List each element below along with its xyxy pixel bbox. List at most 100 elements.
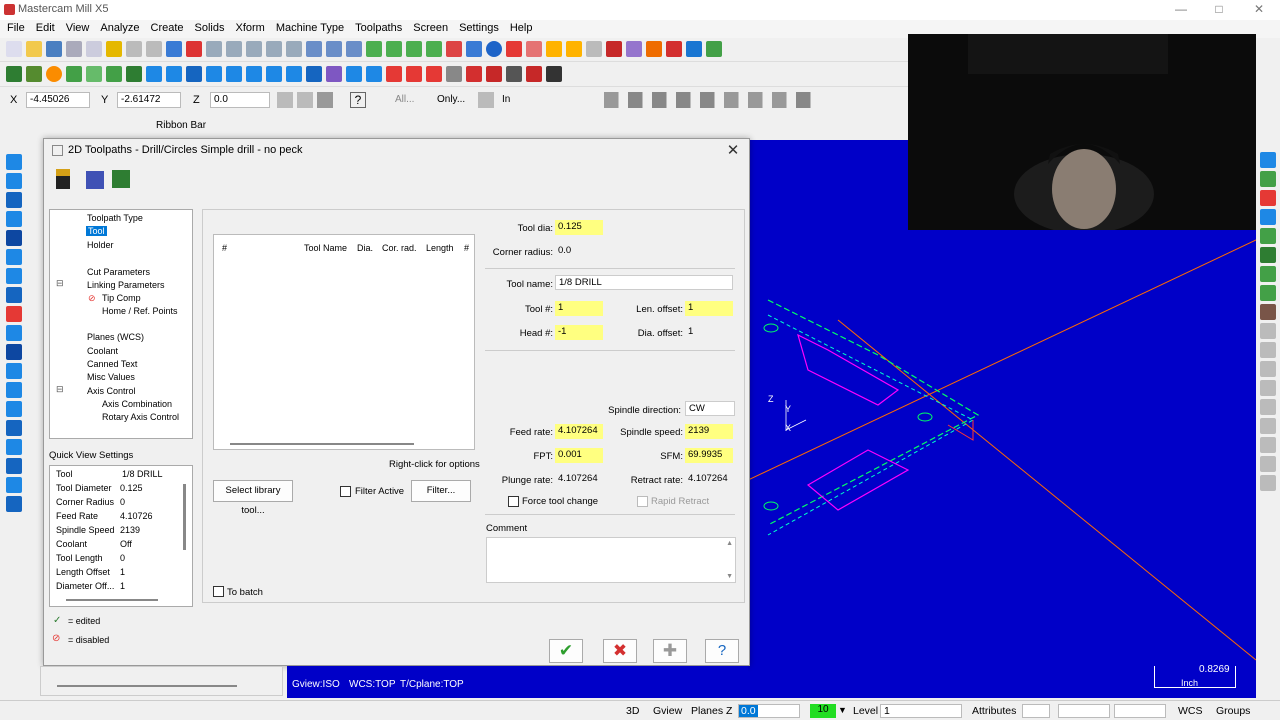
line-icon[interactable]	[26, 66, 42, 82]
dialog-machine-icon[interactable]	[112, 170, 130, 188]
extend-icon[interactable]	[246, 66, 262, 82]
hatch-icon[interactable]	[426, 66, 442, 82]
feed-rate-input[interactable]: 4.107264	[555, 424, 603, 439]
wcs-button[interactable]: WCS	[1178, 705, 1203, 717]
chain-icon[interactable]	[326, 41, 342, 57]
corner-radius-input[interactable]: 0.0	[555, 244, 595, 259]
view-fit-icon[interactable]	[1260, 399, 1276, 415]
pan-icon[interactable]	[166, 41, 182, 57]
shade-top-icon[interactable]	[366, 41, 382, 57]
tree-planes-wcs[interactable]: Planes (WCS)	[87, 332, 144, 342]
view-shade-icon[interactable]	[1260, 437, 1276, 453]
col-dia[interactable]: Dia.	[357, 243, 373, 253]
lock-icon[interactable]	[297, 92, 313, 108]
toolpath-face-icon[interactable]	[6, 211, 22, 227]
toolpath-drill-icon[interactable]	[6, 154, 22, 170]
apply-button[interactable]: ✚	[653, 639, 687, 663]
minimize-icon[interactable]: —	[1166, 2, 1196, 18]
help-button[interactable]: ?	[705, 639, 739, 663]
tree-collapse-axis-icon[interactable]: ⊟	[56, 384, 64, 395]
selection-mode-icon[interactable]	[478, 92, 494, 108]
toolpath-3d-icon[interactable]	[6, 287, 22, 303]
arc-icon[interactable]	[66, 66, 82, 82]
view-iso-icon[interactable]	[1260, 171, 1276, 187]
fpt-input[interactable]: 0.001	[555, 448, 603, 463]
lightbulb-icon[interactable]	[106, 41, 122, 57]
open-file-icon[interactable]	[26, 41, 42, 57]
ok-button[interactable]: ✔	[549, 639, 583, 663]
tool-number-input[interactable]: 1	[555, 301, 603, 316]
clipboard-icon[interactable]	[86, 41, 102, 57]
tool-dia-input[interactable]: 0.125	[555, 220, 603, 235]
view-zoom-icon[interactable]	[1260, 342, 1276, 358]
print-icon[interactable]	[66, 41, 82, 57]
close-icon[interactable]: ✕	[1244, 2, 1274, 18]
break-icon[interactable]	[226, 66, 242, 82]
solid-icon[interactable]	[466, 66, 482, 82]
selection-filters-icon[interactable]	[604, 92, 844, 108]
comment-textarea[interactable]: ▲ ▼	[486, 537, 736, 583]
tool-list-table[interactable]: # Tool Name Dia. Cor. rad. Length #	[213, 234, 475, 450]
chamfer-icon[interactable]	[106, 66, 122, 82]
rapid-retract-checkbox[interactable]	[637, 496, 648, 507]
tree-canned-text[interactable]: Canned Text	[87, 359, 137, 369]
view-cplane-icon[interactable]	[1260, 228, 1276, 244]
modify-icon[interactable]	[206, 66, 222, 82]
view-hidden-icon[interactable]	[1260, 456, 1276, 472]
note-icon[interactable]	[366, 66, 382, 82]
operations-scrollbar[interactable]	[57, 685, 237, 687]
dialog-close-icon[interactable]: ✕	[723, 141, 743, 159]
maximize-icon[interactable]: □	[1204, 2, 1234, 18]
zoom-window-icon[interactable]	[206, 41, 222, 57]
tree-home-ref-points[interactable]: Home / Ref. Points	[102, 306, 178, 316]
toolpath-engrave-icon[interactable]	[6, 268, 22, 284]
level-input[interactable]: 1	[880, 704, 962, 718]
plunge-rate-input[interactable]: 4.107264	[555, 472, 603, 487]
pencil-icon[interactable]	[546, 41, 562, 57]
toolpath-backplot-icon[interactable]	[6, 439, 22, 455]
move-icon[interactable]	[266, 66, 282, 82]
menu-machine-type[interactable]: Machine Type	[276, 20, 344, 34]
zoom-prev-icon[interactable]	[266, 41, 282, 57]
color-swatch[interactable]: 10	[810, 704, 836, 718]
color-dropdown-icon[interactable]: ▼	[838, 705, 847, 715]
shade-side-icon[interactable]	[406, 41, 422, 57]
cancel-button[interactable]: ✖	[603, 639, 637, 663]
quick-view-hscrollbar[interactable]	[66, 599, 158, 601]
help-icon[interactable]: ?	[350, 92, 366, 108]
grid-icon[interactable]	[386, 66, 402, 82]
menu-settings[interactable]: Settings	[459, 20, 499, 34]
filter-button[interactable]: Filter...	[411, 480, 471, 502]
menu-toolpaths[interactable]: Toolpaths	[355, 20, 402, 34]
tree-collapse-icon[interactable]: ⊟	[56, 278, 64, 289]
tree-toolpath-type[interactable]: Toolpath Type	[87, 213, 143, 223]
undo-icon[interactable]	[126, 41, 142, 57]
zoom-target-icon[interactable]	[286, 41, 302, 57]
y-input[interactable]: -2.61472	[117, 92, 181, 108]
to-batch-checkbox[interactable]	[213, 586, 224, 597]
z-depth-input[interactable]: 0.0	[739, 705, 758, 717]
gview-button[interactable]: Gview	[653, 705, 682, 717]
dimension-icon[interactable]	[346, 66, 362, 82]
globe-icon[interactable]	[466, 41, 482, 57]
col-number-2[interactable]: #	[464, 243, 469, 253]
menu-edit[interactable]: Edit	[36, 20, 55, 34]
trim-icon[interactable]	[586, 41, 602, 57]
tool-drill-icon[interactable]	[56, 169, 70, 189]
view-repaint-icon[interactable]	[1260, 418, 1276, 434]
transform-icon[interactable]	[646, 41, 662, 57]
view-unzoom-icon[interactable]	[1260, 380, 1276, 396]
zoom-out-icon[interactable]	[246, 41, 262, 57]
tree-misc-values[interactable]: Misc Values	[87, 372, 135, 382]
view-front-icon[interactable]	[1260, 190, 1276, 206]
tree-cut-parameters[interactable]: Cut Parameters	[87, 267, 150, 277]
scale-icon[interactable]	[306, 66, 322, 82]
revolve-icon[interactable]	[506, 66, 522, 82]
view-wcs-icon[interactable]	[1260, 323, 1276, 339]
menu-view[interactable]: View	[66, 20, 90, 34]
toolpath-pocket-icon[interactable]	[6, 192, 22, 208]
menu-solids[interactable]: Solids	[195, 20, 225, 34]
select-icon[interactable]	[306, 41, 322, 57]
tree-holder[interactable]: Holder	[87, 240, 114, 250]
line-width-select[interactable]	[1114, 704, 1166, 718]
